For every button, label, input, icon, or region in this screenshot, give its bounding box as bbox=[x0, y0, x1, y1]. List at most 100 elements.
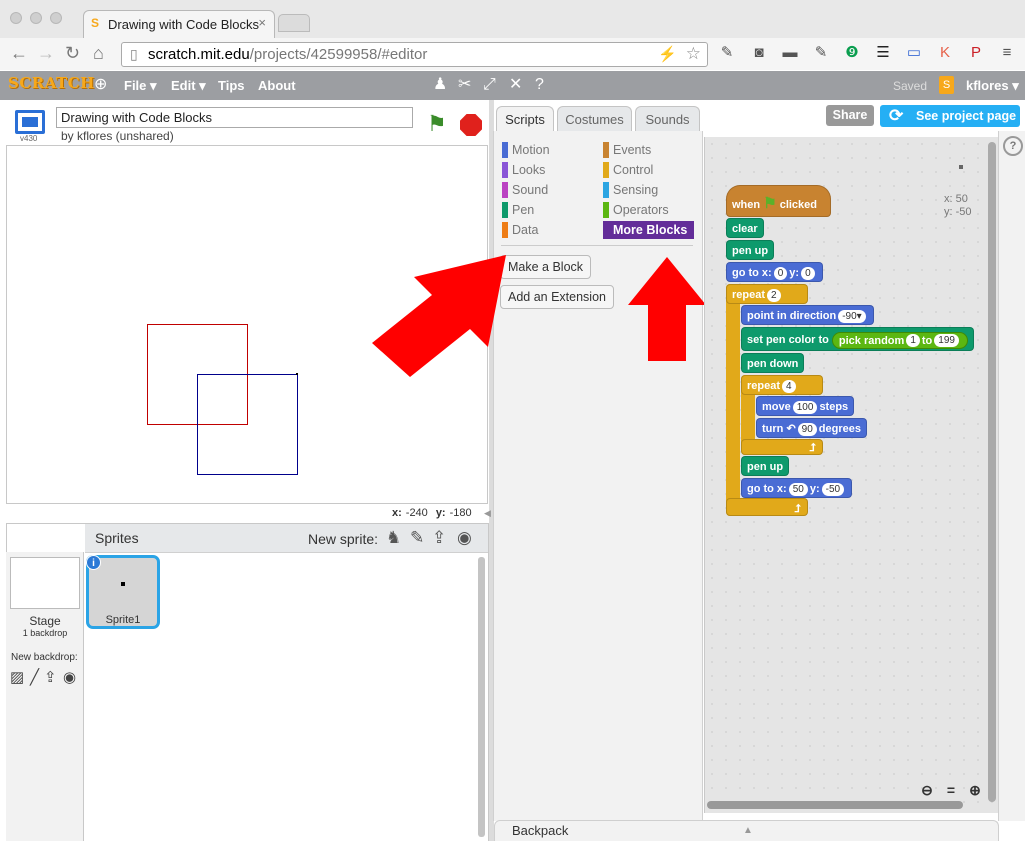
category-data[interactable]: Data bbox=[502, 221, 538, 239]
pen-up-block[interactable]: pen up bbox=[726, 240, 775, 260]
scratch-logo[interactable]: SCRATCH bbox=[8, 74, 95, 92]
green-flag-icon[interactable]: ⚑ bbox=[427, 113, 447, 135]
forward-arrow-icon[interactable]: → bbox=[37, 44, 55, 62]
repeat-outer-block[interactable]: repeat 2 bbox=[726, 284, 808, 304]
help-question-icon[interactable]: ? bbox=[535, 76, 544, 94]
scripts-horizontal-scrollbar[interactable] bbox=[707, 801, 963, 809]
maximize-window-button[interactable] bbox=[50, 12, 62, 24]
klout-extension-icon[interactable]: K bbox=[936, 44, 954, 62]
category-events[interactable]: Events bbox=[603, 141, 651, 159]
grow-icon[interactable]: ⤢ bbox=[483, 76, 496, 94]
browser-tab-active[interactable]: S Drawing with Code Blocks × bbox=[83, 10, 275, 38]
bookmark-star-icon[interactable]: ☆ bbox=[686, 44, 701, 64]
mouse-coordinates: x: -240 y: -180 bbox=[392, 507, 472, 519]
close-tab-icon[interactable]: × bbox=[258, 15, 266, 30]
page-icon: ▯ bbox=[130, 46, 138, 62]
make-a-block-button[interactable]: Make a Block bbox=[500, 255, 592, 279]
sprite-dot[interactable] bbox=[296, 373, 298, 375]
file-menu[interactable]: File ▾ bbox=[124, 78, 157, 94]
reload-icon[interactable]: ↻ bbox=[65, 44, 80, 62]
repeat-inner-block[interactable]: repeat 4 bbox=[741, 375, 823, 395]
tool-extension-icon[interactable]: ✎ bbox=[812, 44, 830, 62]
red-arrow-up-icon bbox=[628, 257, 706, 361]
when-flag-clicked-block[interactable]: when ⚑ clicked bbox=[726, 185, 831, 217]
globe-language-icon[interactable]: ⊕ bbox=[94, 76, 107, 94]
about-menu[interactable]: About bbox=[258, 78, 296, 93]
address-bar[interactable]: ▯ scratch.mit.edu/projects/42599958/#edi… bbox=[121, 42, 708, 67]
wrench-extension-icon[interactable]: ✎ bbox=[718, 44, 736, 62]
category-sound[interactable]: Sound bbox=[502, 181, 548, 199]
share-button[interactable]: Share bbox=[826, 105, 874, 126]
browser-tab-title: Drawing with Code Blocks bbox=[108, 17, 260, 32]
scripts-vertical-scrollbar[interactable] bbox=[988, 142, 996, 802]
right-panel-strip bbox=[998, 131, 1025, 821]
screen-extension-icon[interactable]: ▭ bbox=[905, 44, 923, 62]
chrome-menu-icon[interactable]: ≡ bbox=[998, 44, 1016, 62]
backdrop-library-icon[interactable]: ▨ bbox=[10, 669, 24, 686]
zoom-reset-icon[interactable]: = bbox=[942, 781, 960, 799]
camera-backdrop-icon[interactable]: ◉ bbox=[63, 669, 76, 686]
new-sprite-label: New sprite: bbox=[308, 531, 379, 547]
cut-scissors-icon[interactable]: ✂ bbox=[458, 76, 471, 94]
user-menu[interactable]: kflores ▾ bbox=[966, 78, 1019, 94]
category-pen[interactable]: Pen bbox=[502, 201, 534, 219]
upload-sprite-icon[interactable]: ⇪ bbox=[432, 528, 446, 548]
pen-up-block-2[interactable]: pen up bbox=[741, 456, 790, 476]
home-icon[interactable]: ⌂ bbox=[93, 44, 104, 62]
pinterest-extension-icon[interactable]: P bbox=[967, 44, 985, 62]
url-host: scratch.mit.edu bbox=[148, 46, 250, 63]
sprite-info-icon[interactable]: i bbox=[86, 555, 101, 570]
pick-random-block[interactable]: pick random 1 to 199 bbox=[831, 331, 968, 349]
tips-menu[interactable]: Tips bbox=[218, 78, 245, 93]
sprite1-label: Sprite1 bbox=[105, 614, 141, 626]
paint-backdrop-icon[interactable]: ╱ bbox=[30, 669, 39, 686]
edit-menu[interactable]: Edit ▾ bbox=[171, 78, 206, 94]
layers-extension-icon[interactable]: ☰ bbox=[874, 44, 892, 62]
see-project-page-button[interactable]: ⟳ See project page bbox=[880, 105, 1020, 127]
category-control[interactable]: Control bbox=[603, 161, 653, 179]
move-steps-block[interactable]: move 100 steps bbox=[756, 396, 855, 416]
paint-brush-icon[interactable]: ✎ bbox=[410, 528, 424, 548]
category-looks[interactable]: Looks bbox=[502, 161, 545, 179]
clear-block[interactable]: clear bbox=[726, 218, 764, 238]
category-operators[interactable]: Operators bbox=[603, 201, 669, 219]
collapse-stage-icon[interactable]: ◀ bbox=[484, 508, 491, 519]
set-pen-color-block[interactable]: set pen color to pick random 1 to 199 bbox=[741, 327, 974, 351]
evernote-extension-icon[interactable]: ❾ bbox=[843, 44, 861, 62]
point-in-direction-block[interactable]: point in direction -90▾ bbox=[741, 305, 874, 325]
backpack-expand-icon[interactable]: ▲ bbox=[743, 825, 753, 836]
user-avatar[interactable]: S bbox=[939, 76, 954, 94]
back-arrow-icon[interactable]: ← bbox=[10, 44, 28, 62]
new-tab-button[interactable] bbox=[278, 14, 310, 32]
project-title-field[interactable]: Drawing with Code Blocks bbox=[56, 107, 413, 128]
upload-backdrop-icon[interactable]: ⇪ bbox=[44, 669, 57, 686]
category-more-blocks[interactable]: More Blocks bbox=[603, 221, 694, 239]
category-motion[interactable]: Motion bbox=[502, 141, 550, 159]
go-to-xy-block[interactable]: go to x: 0 y: 0 bbox=[726, 262, 823, 282]
pen-down-block[interactable]: pen down bbox=[741, 353, 805, 373]
minimize-window-button[interactable] bbox=[30, 12, 42, 24]
tab-sounds[interactable]: Sounds bbox=[635, 106, 700, 132]
help-button[interactable]: ? bbox=[1003, 136, 1023, 156]
sprite-corral-scrollbar[interactable] bbox=[478, 557, 485, 837]
camera-sprite-icon[interactable]: ◉ bbox=[457, 528, 472, 548]
duplicate-stamp-icon[interactable]: ♟ bbox=[433, 76, 447, 94]
add-extension-button[interactable]: Add an Extension bbox=[500, 285, 614, 309]
category-sensing[interactable]: Sensing bbox=[603, 181, 658, 199]
close-window-button[interactable] bbox=[10, 12, 22, 24]
go-to-xy-block-2[interactable]: go to x: 50 y: -50 bbox=[741, 478, 853, 498]
turn-degrees-block[interactable]: turn ↶ 90 degrees bbox=[756, 418, 867, 438]
lightning-icon[interactable]: ⚡ bbox=[658, 45, 677, 63]
shrink-icon[interactable]: ✕ bbox=[509, 76, 522, 94]
tab-costumes[interactable]: Costumes bbox=[557, 106, 632, 132]
mask-extension-icon[interactable]: ▬ bbox=[781, 44, 799, 62]
repeat-outer-end: ⮥ bbox=[726, 498, 808, 516]
stage-thumbnail[interactable] bbox=[10, 557, 80, 609]
pocket-extension-icon[interactable]: ◙ bbox=[750, 44, 768, 62]
zoom-out-icon[interactable]: ⊖ bbox=[918, 781, 936, 799]
tab-scripts[interactable]: Scripts bbox=[496, 106, 554, 132]
sprite-library-icon[interactable]: ♞ bbox=[386, 528, 401, 548]
red-arrow-right-icon bbox=[372, 255, 506, 377]
presentation-mode-icon[interactable] bbox=[15, 110, 45, 134]
zoom-in-icon[interactable]: ⊕ bbox=[966, 781, 984, 799]
